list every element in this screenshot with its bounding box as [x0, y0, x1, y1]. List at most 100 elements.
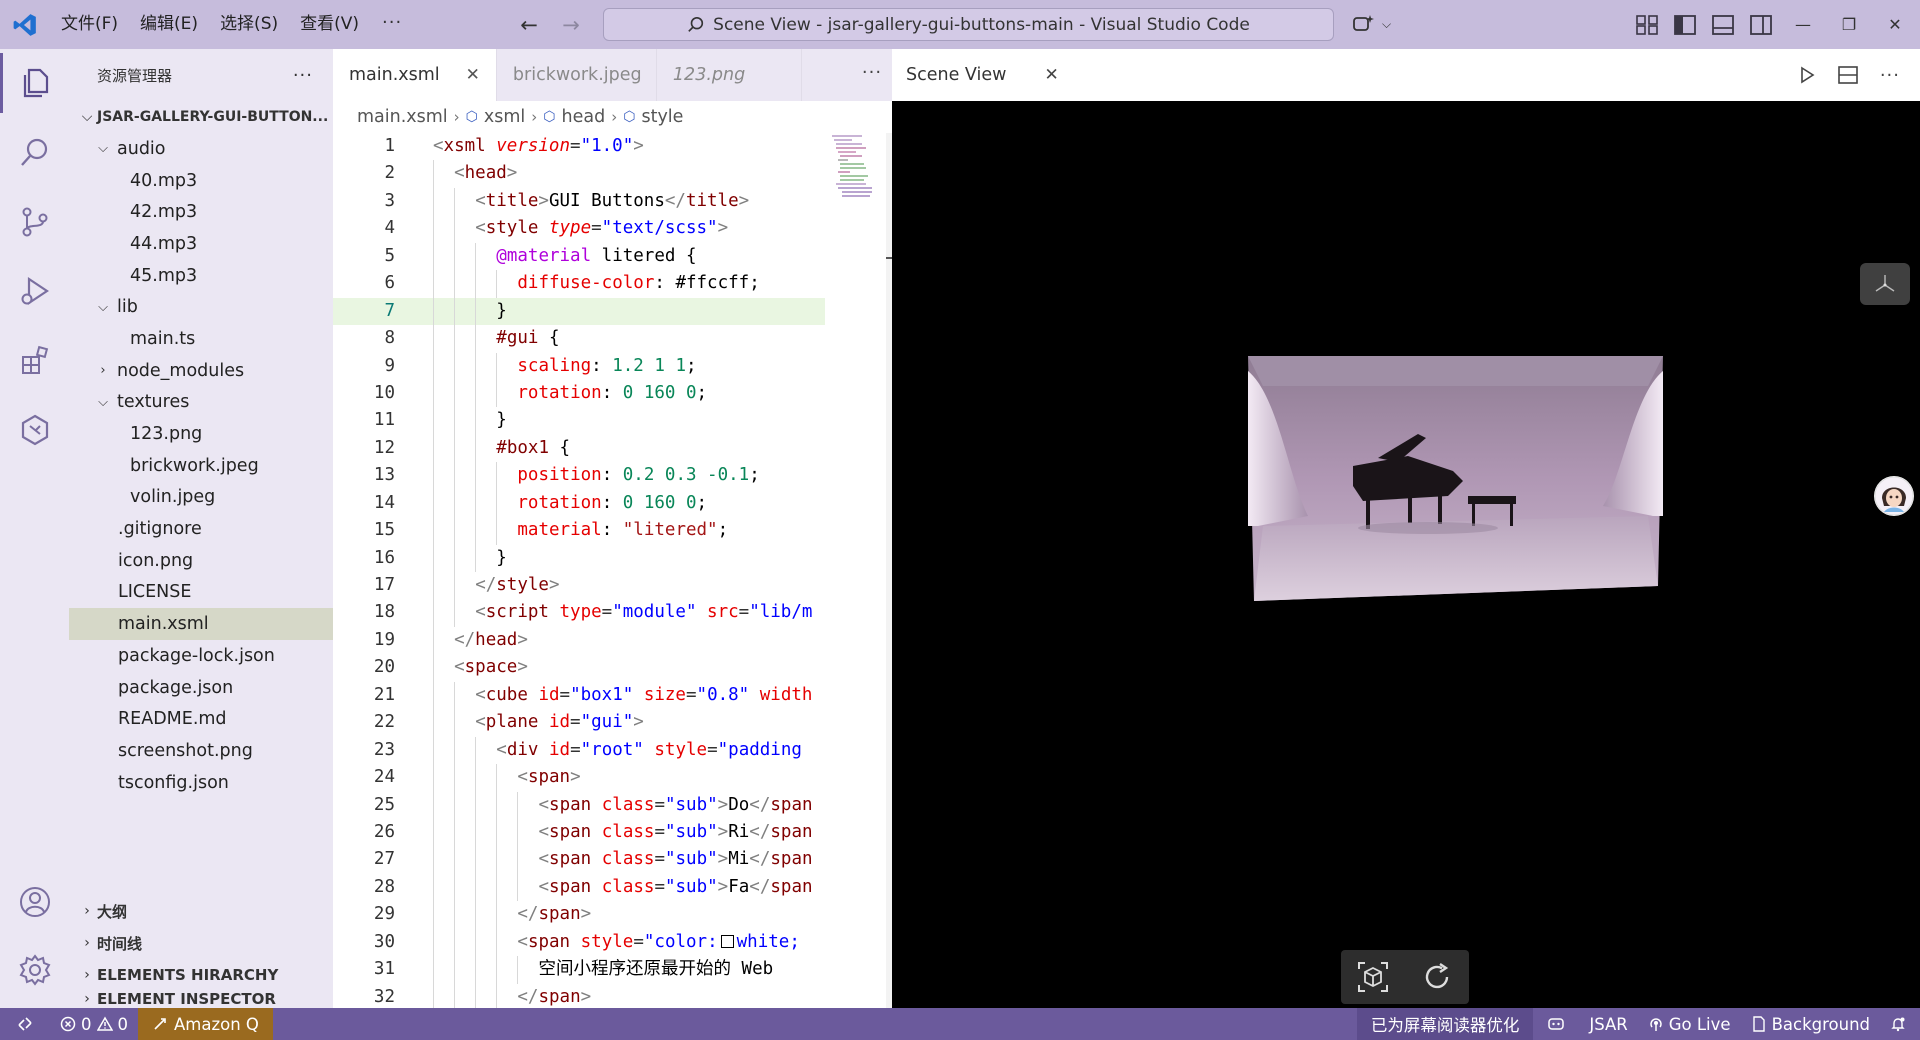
tree-file[interactable]: .gitignore	[69, 513, 333, 545]
menu-item[interactable]: 查看(V)	[289, 0, 370, 49]
editor-tab[interactable]: brickwork.jpeg	[497, 49, 657, 101]
settings-gear-icon[interactable]	[0, 940, 69, 1000]
code-token: =	[707, 739, 718, 760]
tree-file[interactable]: 44.mp3	[69, 228, 333, 260]
customize-layout-icon[interactable]	[1636, 14, 1658, 35]
close-icon[interactable]: ✕	[1044, 65, 1058, 85]
breadcrumb-item[interactable]: xsml	[484, 107, 525, 127]
outline-section[interactable]: › 大纲	[69, 895, 333, 927]
code-token: "gui"	[580, 712, 634, 733]
tree-file[interactable]: tsconfig.json	[69, 767, 333, 799]
close-icon[interactable]: ✕	[466, 65, 480, 85]
more-actions-icon[interactable]: ···	[1880, 65, 1900, 86]
command-center-search[interactable]: Scene View - jsar-gallery-gui-buttons-ma…	[603, 8, 1334, 41]
code-token: >	[506, 163, 518, 184]
code-token: "padding	[717, 739, 802, 760]
search-icon[interactable]	[0, 123, 69, 183]
code-area[interactable]: 1 <xsml version="1.0"> 2 <head> 3 <title>GUI …	[333, 133, 825, 1008]
line-number: 2	[384, 163, 395, 184]
tree-file[interactable]: package-lock.json	[69, 640, 333, 672]
tree-file[interactable]: 45.mp3	[69, 260, 333, 292]
tree-file[interactable]: volin.jpeg	[69, 482, 333, 514]
run-icon[interactable]	[1798, 66, 1816, 84]
elements-hierarchy-section[interactable]: › ELEMENTS HIRARCHY	[69, 959, 333, 991]
tree-folder[interactable]: ⌵ audio	[69, 133, 333, 165]
refresh-icon[interactable]	[1420, 960, 1454, 994]
screen-reader-indicator[interactable]: 已为屏幕阅读器优化	[1356, 1008, 1534, 1040]
explorer-icon[interactable]	[0, 53, 69, 113]
forward-arrow-icon[interactable]: →	[560, 13, 582, 37]
code-token: span	[770, 821, 813, 842]
copilot-status[interactable]	[1533, 1008, 1579, 1040]
timeline-section[interactable]: › 时间线	[69, 927, 333, 959]
tree-file[interactable]: LICENSE	[69, 577, 333, 609]
extensions-icon[interactable]	[0, 331, 69, 391]
split-editor-icon[interactable]	[1838, 66, 1858, 84]
code-line: 4 <style type="text/scss">	[333, 215, 825, 243]
code-token: space	[464, 657, 518, 678]
jsar-label: JSAR	[1589, 1014, 1628, 1034]
source-control-icon[interactable]	[0, 192, 69, 252]
breadcrumb-item[interactable]: main.xsml	[357, 107, 448, 127]
tree-folder[interactable]: ⌵ textures	[69, 387, 333, 419]
tree-file[interactable]: 40.mp3	[69, 165, 333, 197]
more-actions-icon[interactable]: ···	[293, 65, 313, 86]
jsar-extension-icon[interactable]	[0, 400, 69, 460]
close-window-icon[interactable]: ✕	[1872, 15, 1918, 34]
line-number: 27	[373, 849, 395, 870]
back-arrow-icon[interactable]: ←	[518, 13, 540, 37]
menu-item[interactable]: 编辑(E)	[129, 0, 209, 49]
minimize-icon[interactable]: —	[1780, 15, 1826, 34]
element-inspector-section[interactable]: › ELEMENT INSPECTOR	[69, 990, 333, 1008]
indent-guide	[517, 846, 519, 874]
scene-view-tab[interactable]: Scene View	[892, 65, 1006, 85]
menu-more-icon[interactable]: ···	[370, 0, 414, 49]
go-live-button[interactable]: Go Live	[1638, 1008, 1741, 1040]
tree-folder[interactable]: ⌵ lib	[69, 291, 333, 323]
code-token: xsml	[443, 136, 486, 156]
workspace-root-folder[interactable]: ⌵ JSAR-GALLERY-GUI-BUTTON...	[69, 101, 333, 133]
toggle-secondary-sidebar-icon[interactable]	[1750, 14, 1772, 35]
tree-file[interactable]: 42.mp3	[69, 196, 333, 228]
account-icon[interactable]	[0, 872, 69, 932]
amazon-q-button[interactable]: Amazon Q	[138, 1008, 273, 1040]
notifications-button[interactable]	[1880, 1008, 1920, 1040]
tree-file[interactable]: README.md	[69, 703, 333, 735]
restore-icon[interactable]: ❐	[1826, 15, 1872, 34]
tree-file[interactable]: main.xsml	[69, 608, 333, 640]
color-swatch[interactable]	[720, 934, 734, 948]
code-token: "color:	[643, 931, 718, 952]
code-token: :	[654, 273, 676, 294]
menu-item[interactable]: 选择(S)	[209, 0, 289, 49]
chevron-down-icon: ⌵	[98, 141, 108, 157]
minimap[interactable]	[830, 133, 892, 253]
editor-tab[interactable]: 123.png	[657, 49, 802, 101]
background-button[interactable]: Background	[1741, 1008, 1880, 1040]
problems-indicator[interactable]: 0 0	[50, 1008, 138, 1040]
tree-file[interactable]: package.json	[69, 672, 333, 704]
toggle-primary-sidebar-icon[interactable]	[1674, 14, 1696, 35]
avatar[interactable]	[1874, 476, 1914, 516]
run-debug-icon[interactable]	[0, 261, 69, 321]
indent-guide	[433, 517, 434, 545]
tree-file[interactable]: screenshot.png	[69, 735, 333, 767]
menu-item[interactable]: 文件(F)	[50, 0, 129, 49]
breadcrumb-item[interactable]: style	[641, 107, 683, 127]
scene-view-header: Scene View ✕ ···	[892, 49, 1920, 101]
more-actions-icon[interactable]: ···	[852, 49, 892, 101]
tree-file[interactable]: 123.png	[69, 418, 333, 450]
tree-file[interactable]: main.ts	[69, 323, 333, 355]
code-token: <	[454, 163, 465, 184]
tree-file[interactable]: icon.png	[69, 545, 333, 577]
remote-indicator[interactable]	[0, 1008, 50, 1040]
copilot-button[interactable]: ⌵	[1352, 10, 1391, 38]
editor-tab[interactable]: main.xsml ✕	[333, 49, 497, 101]
focus-object-icon[interactable]	[1356, 960, 1390, 994]
axis-gizmo-icon[interactable]	[1860, 263, 1910, 305]
tree-folder[interactable]: › node_modules	[69, 355, 333, 387]
tree-file[interactable]: brickwork.jpeg	[69, 450, 333, 482]
jsar-status[interactable]: JSAR	[1579, 1008, 1637, 1040]
breadcrumb-item[interactable]: head	[562, 107, 606, 127]
code-token: id	[538, 684, 560, 705]
toggle-panel-icon[interactable]	[1712, 14, 1734, 35]
